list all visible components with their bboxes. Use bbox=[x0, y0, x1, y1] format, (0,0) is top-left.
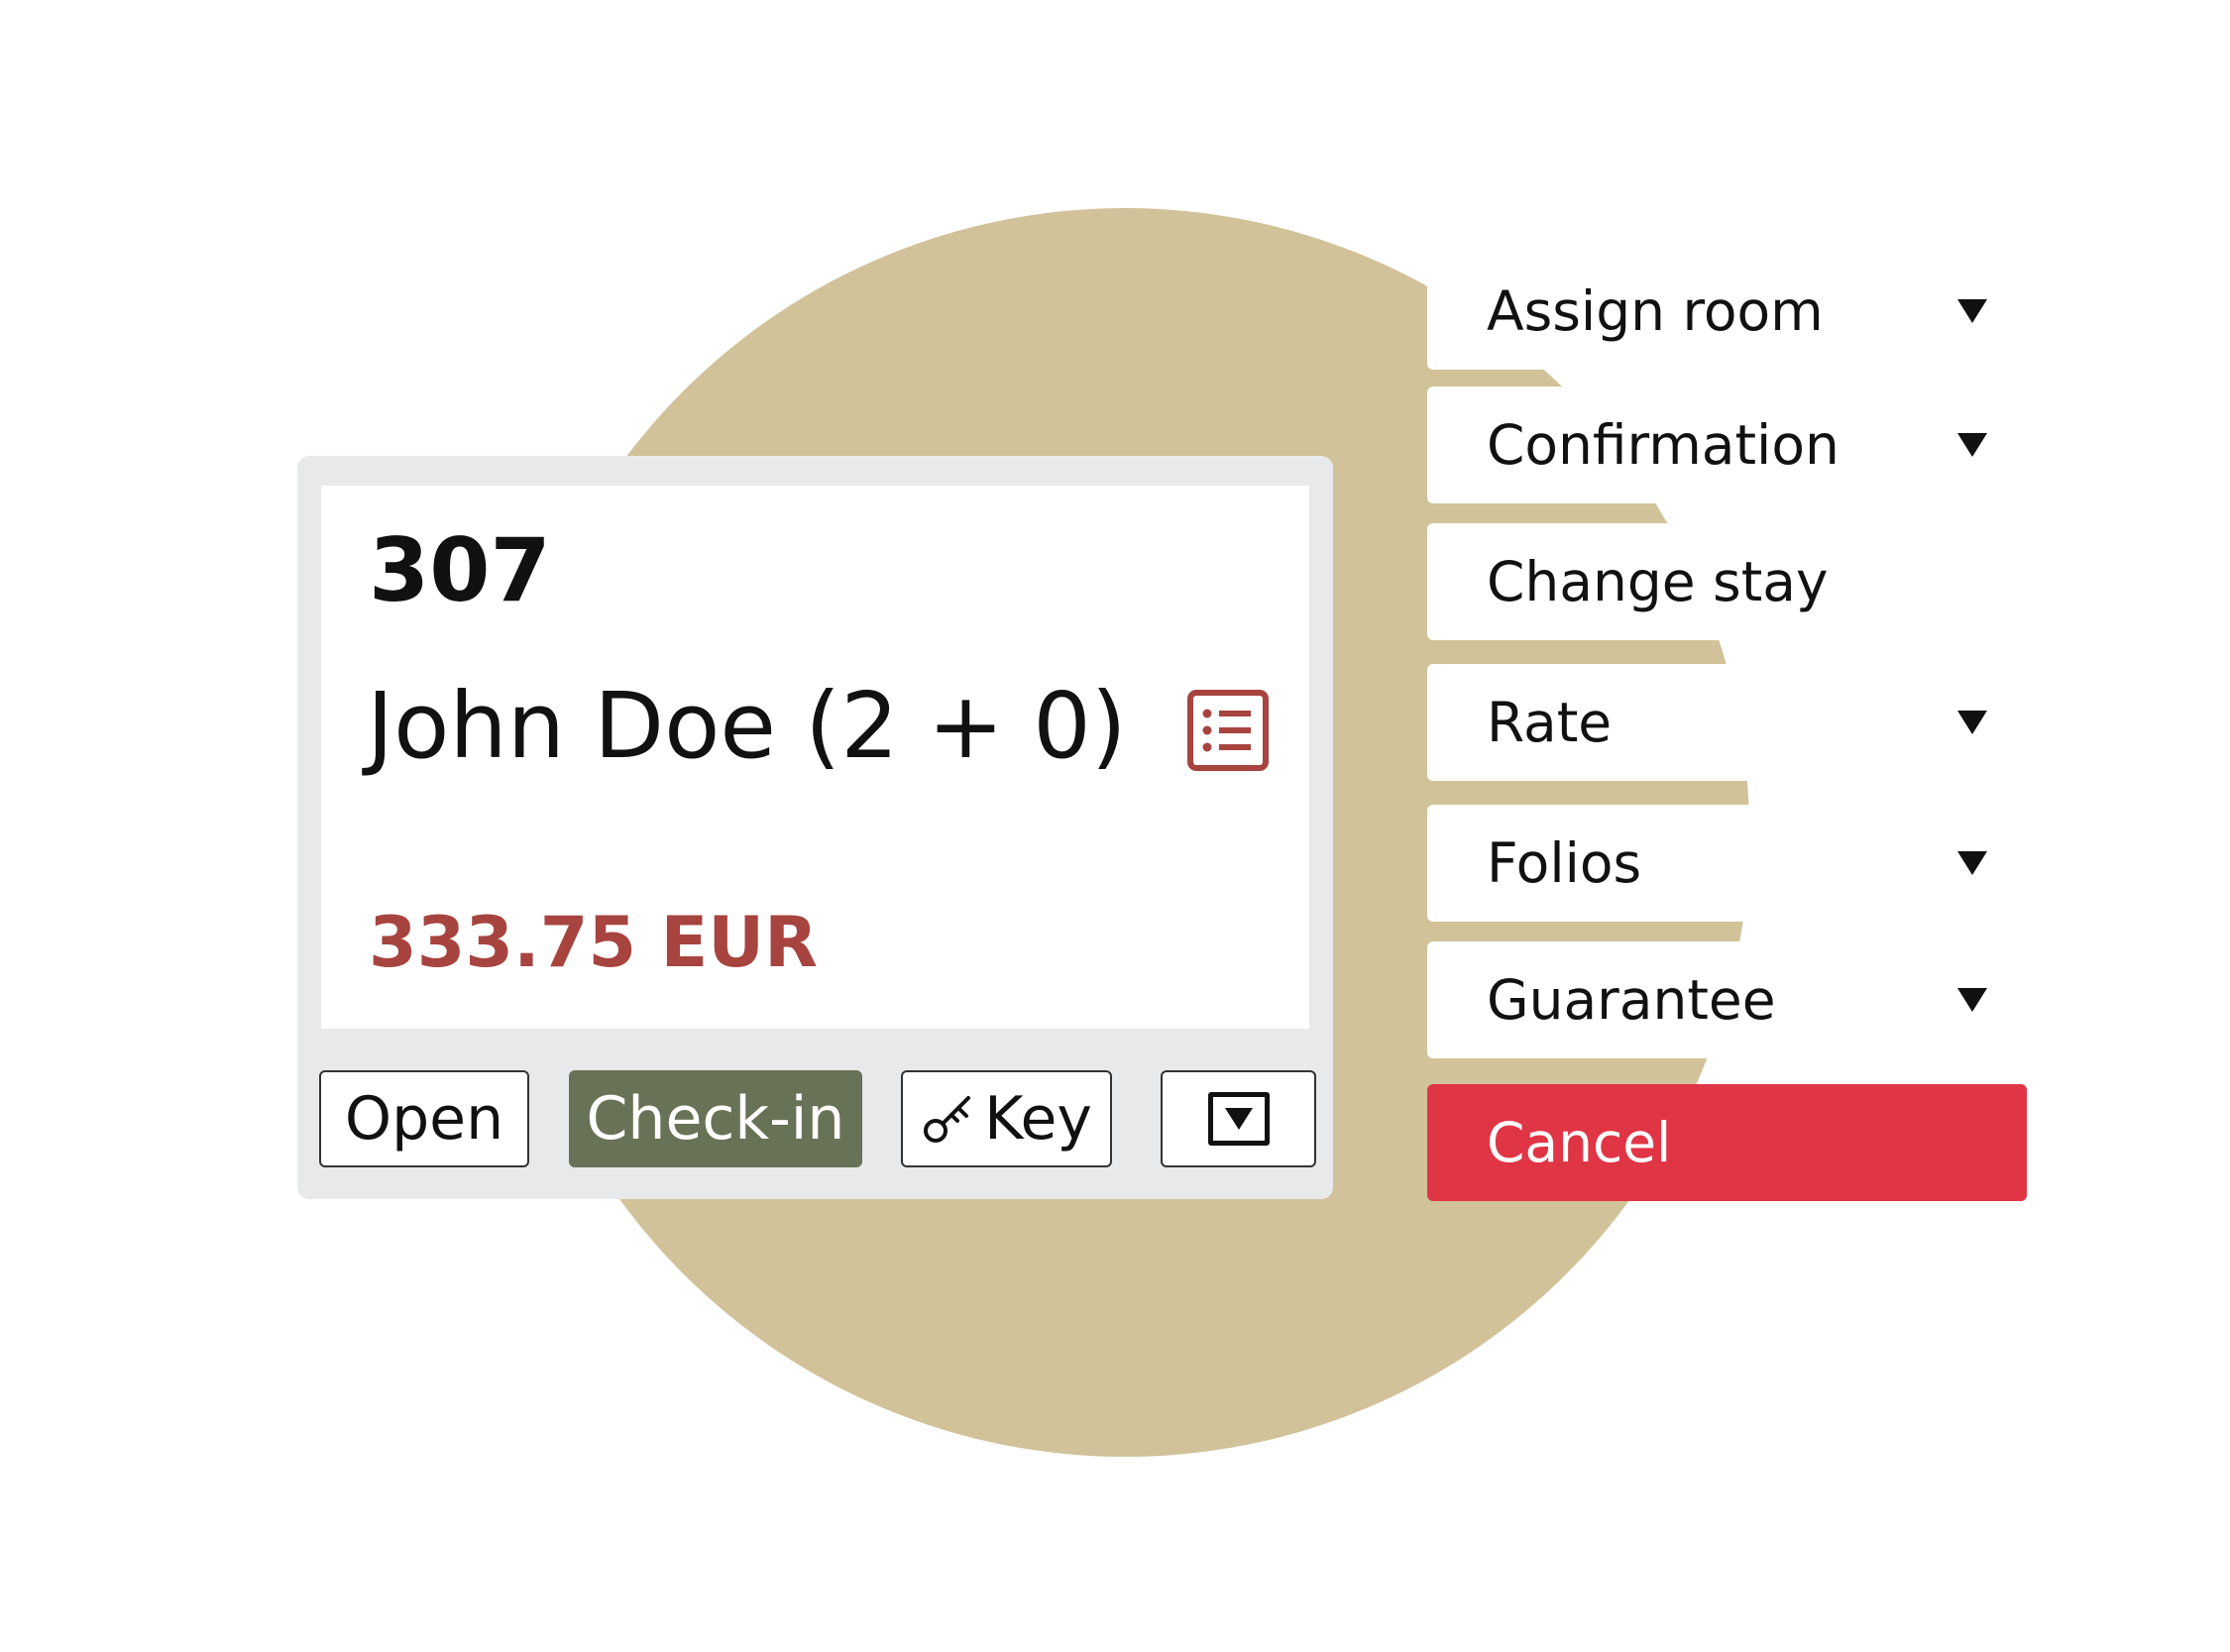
balance-amount: 333.75 EUR bbox=[369, 902, 819, 983]
menu-item-label: Guarantee bbox=[1487, 968, 1776, 1032]
menu-item-label: Assign room bbox=[1487, 279, 1824, 343]
chevron-down-icon bbox=[1957, 299, 1987, 323]
menu-item-label: Change stay bbox=[1487, 550, 1829, 613]
menu-item-confirmation[interactable]: Confirmation bbox=[1427, 386, 2027, 503]
menu-item-folios[interactable]: Folios bbox=[1427, 805, 2027, 922]
check-in-button-label: Check-in bbox=[586, 1084, 845, 1154]
more-actions-button[interactable] bbox=[1161, 1070, 1316, 1167]
reservation-card-body[interactable]: 307 John Doe (2 + 0) 333.75 EUR bbox=[321, 486, 1309, 1029]
menu-item-label: Folios bbox=[1487, 831, 1642, 895]
chevron-down-icon bbox=[1957, 851, 1987, 875]
key-button-label: Key bbox=[984, 1084, 1092, 1154]
open-button-label: Open bbox=[344, 1084, 504, 1154]
menu-item-label: Cancel bbox=[1487, 1111, 1672, 1174]
menu-item-guarantee[interactable]: Guarantee bbox=[1427, 941, 2027, 1058]
chevron-down-icon bbox=[1957, 433, 1987, 457]
reservation-card: 307 John Doe (2 + 0) 333.75 EUR Open Che… bbox=[297, 456, 1333, 1199]
room-number: 307 bbox=[369, 519, 551, 621]
check-in-button[interactable]: Check-in bbox=[569, 1070, 862, 1167]
stage: 307 John Doe (2 + 0) 333.75 EUR Open Che… bbox=[0, 0, 2230, 1652]
open-button[interactable]: Open bbox=[319, 1070, 529, 1167]
menu-item-rate[interactable]: Rate bbox=[1427, 664, 2027, 781]
actions-menu: Assign room Confirmation Change stay Rat… bbox=[1427, 0, 2027, 1652]
menu-item-cancel[interactable]: Cancel bbox=[1427, 1084, 2027, 1201]
dropdown-icon bbox=[1207, 1092, 1270, 1146]
chevron-down-icon bbox=[1957, 988, 1987, 1012]
menu-item-change-stay[interactable]: Change stay bbox=[1427, 523, 2027, 640]
menu-item-label: Rate bbox=[1487, 691, 1613, 754]
menu-item-assign-room[interactable]: Assign room bbox=[1427, 253, 2027, 370]
list-icon[interactable] bbox=[1187, 690, 1269, 771]
key-button[interactable]: Key bbox=[901, 1070, 1112, 1167]
chevron-down-icon bbox=[1957, 711, 1987, 734]
menu-item-label: Confirmation bbox=[1487, 413, 1840, 477]
key-icon bbox=[924, 1096, 971, 1143]
guest-name: John Doe (2 + 0) bbox=[367, 673, 1127, 779]
